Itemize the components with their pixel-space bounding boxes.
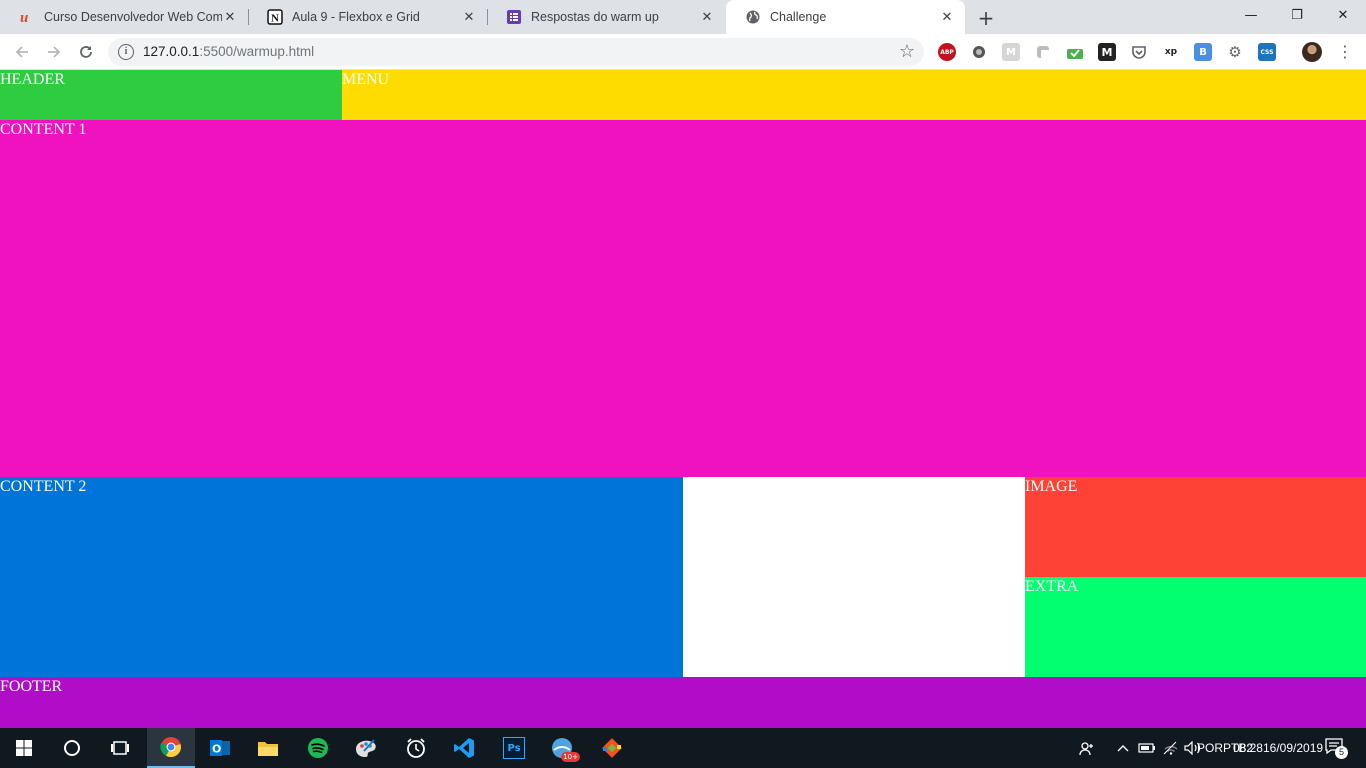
menu-box: MENU: [342, 70, 1366, 120]
css-viewer-icon[interactable]: CSS: [1258, 43, 1276, 61]
clock[interactable]: 08:28 16/09/2019: [1233, 728, 1323, 768]
m-extension-icon[interactable]: M: [1002, 43, 1020, 61]
header-box: HEADER: [0, 70, 342, 120]
photoshop-icon[interactable]: Ps: [490, 728, 538, 768]
wifi-icon[interactable]: [1160, 728, 1182, 768]
tab-respostas[interactable]: Respostas do warm up ✕: [487, 0, 725, 34]
b-extension-icon[interactable]: B: [1194, 43, 1212, 61]
tab-title: Aula 9 - Flexbox e Grid: [292, 10, 420, 24]
image-box: IMAGE: [1025, 477, 1366, 577]
tab-title: Curso Desenvolvedor Web Comp: [44, 10, 222, 24]
xp-icon[interactable]: xp: [1162, 43, 1180, 61]
reload-icon: [80, 46, 92, 58]
url-path: :5500/warmup.html: [199, 44, 315, 59]
browser-toolbar: i 127.0.0.1:5500/warmup.html ☆ ABP M M x…: [0, 34, 1366, 70]
circle-extension-icon[interactable]: [970, 43, 988, 61]
bookmark-extension-icon[interactable]: [1066, 43, 1084, 61]
windows-taskbar: O Ps 10+ POR PTB2 08:28 16/09/2019 5: [0, 728, 1366, 768]
form-icon: [506, 9, 522, 25]
u-logo-icon: u: [19, 9, 35, 25]
footer-box: FOOTER: [0, 677, 1366, 728]
svg-text:u: u: [20, 10, 28, 25]
action-center-icon[interactable]: 5: [1318, 728, 1352, 768]
file-explorer-icon[interactable]: [244, 728, 292, 768]
notification-count: 5: [1335, 746, 1348, 759]
content-2-box: CONTENT 2: [0, 477, 683, 677]
svg-text:O: O: [212, 743, 221, 756]
task-view-icon[interactable]: [96, 728, 144, 768]
paint-icon[interactable]: [342, 728, 390, 768]
clock-date: 16/09/2019: [1262, 740, 1324, 755]
cortana-icon[interactable]: [48, 728, 96, 768]
xp-label: xp: [1164, 47, 1178, 57]
outlook-icon[interactable]: O: [196, 728, 244, 768]
language-code: POR: [1196, 740, 1223, 755]
arrow-right-icon: [48, 46, 61, 58]
clock-time: 08:28: [1232, 740, 1263, 755]
tab-challenge[interactable]: Challenge ✕: [726, 0, 965, 34]
clipboard-extension-icon[interactable]: [1034, 43, 1052, 61]
gear-extension-icon[interactable]: ⚙: [1226, 43, 1244, 61]
close-icon[interactable]: ✕: [222, 9, 238, 25]
info-icon[interactable]: i: [118, 44, 134, 60]
notion-icon: N: [267, 9, 283, 25]
pocket-icon[interactable]: [1130, 43, 1148, 61]
svg-text:N: N: [271, 13, 279, 25]
globe-icon: [745, 9, 761, 25]
restore-button[interactable]: ❐: [1274, 0, 1320, 30]
close-icon[interactable]: ✕: [939, 9, 955, 25]
address-bar[interactable]: i 127.0.0.1:5500/warmup.html ☆: [108, 38, 924, 66]
alarms-icon[interactable]: [392, 728, 440, 768]
spotify-icon[interactable]: [294, 728, 342, 768]
git-icon[interactable]: [588, 728, 636, 768]
tab-title: Challenge: [770, 10, 827, 24]
url-text: 127.0.0.1:5500/warmup.html: [143, 44, 314, 59]
tab-curso[interactable]: u Curso Desenvolvedor Web Comp ✕: [0, 0, 248, 34]
extra-box: EXTRA: [1025, 577, 1366, 677]
avatar[interactable]: [1302, 42, 1322, 62]
back-button[interactable]: [10, 40, 34, 64]
close-window-button[interactable]: ✕: [1320, 0, 1366, 30]
tab-aula-9[interactable]: N Aula 9 - Flexbox e Grid ✕: [248, 0, 487, 34]
battery-icon[interactable]: [1136, 728, 1158, 768]
abp-label: ABP: [940, 48, 954, 56]
close-icon[interactable]: ✕: [699, 9, 715, 25]
chevron-up-icon[interactable]: [1112, 728, 1134, 768]
windows-start-icon[interactable]: [0, 728, 48, 768]
tab-title: Respostas do warm up: [531, 10, 659, 24]
chrome-icon[interactable]: [147, 728, 195, 768]
close-icon[interactable]: ✕: [461, 9, 477, 25]
bookmark-star-icon[interactable]: ☆: [899, 41, 915, 62]
people-icon[interactable]: [1074, 728, 1100, 768]
new-tab-button[interactable]: +: [974, 6, 998, 30]
tab-strip: u Curso Desenvolvedor Web Comp ✕ N Aula …: [0, 0, 1366, 34]
arrow-left-icon: [15, 46, 28, 58]
page-viewport: HEADER MENU CONTENT 1 CONTENT 2 IMAGE EX…: [0, 70, 1366, 728]
browser-badge-icon[interactable]: 10+: [538, 728, 586, 768]
forward-button[interactable]: [42, 40, 66, 64]
css-label: CSS: [1260, 48, 1274, 56]
reload-button[interactable]: [74, 40, 98, 64]
ps-label: Ps: [503, 737, 525, 759]
empty-cell: [683, 477, 1025, 677]
abp-icon[interactable]: ABP: [938, 43, 956, 61]
vscode-icon[interactable]: [440, 728, 488, 768]
notification-badge: 10+: [561, 752, 580, 762]
minimize-button[interactable]: —: [1228, 0, 1274, 30]
medium-icon[interactable]: M: [1098, 43, 1116, 61]
url-host: 127.0.0.1: [143, 44, 200, 59]
menu-kebab-icon[interactable]: ⋮: [1336, 42, 1354, 62]
content-1-box: CONTENT 1: [0, 120, 1366, 477]
